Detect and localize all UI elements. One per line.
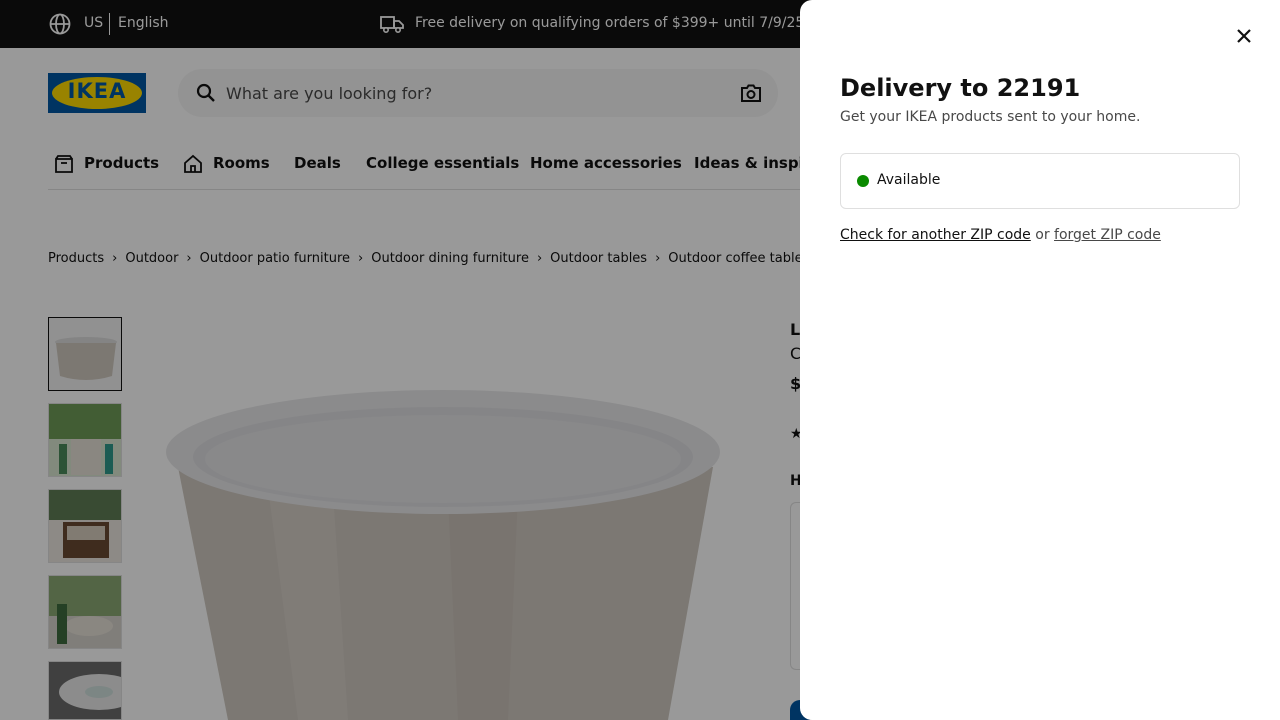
check-zip-link[interactable]: Check for another ZIP code: [840, 227, 1031, 243]
or-text: or: [1035, 227, 1050, 243]
forget-zip-link[interactable]: forget ZIP code: [1054, 227, 1161, 243]
availability-status: Available: [840, 153, 1240, 209]
drawer-subtitle: Get your IKEA products sent to your home…: [840, 109, 1141, 125]
status-indicator-icon: [857, 175, 869, 187]
delivery-drawer: Delivery to 22191 Get your IKEA products…: [800, 0, 1280, 720]
zip-actions: Check for another ZIP code or forget ZIP…: [840, 227, 1161, 243]
status-label: Available: [877, 172, 941, 188]
close-icon: [1237, 29, 1251, 43]
drawer-title: Delivery to 22191: [840, 74, 1081, 102]
close-button[interactable]: [1224, 16, 1264, 56]
